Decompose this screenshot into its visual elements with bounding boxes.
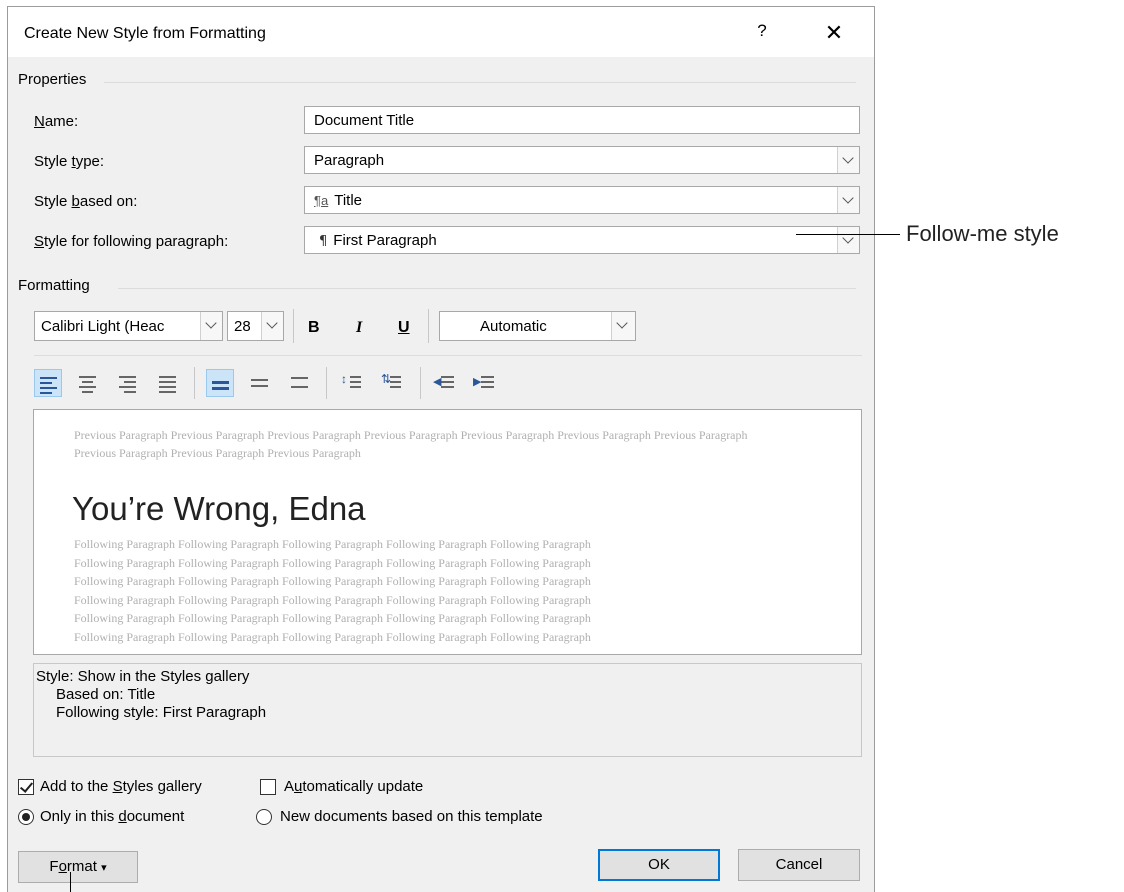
arrow-down-up-icon: ⇅	[381, 372, 392, 386]
formatting-section-label: Formatting	[18, 277, 90, 294]
callout-label: Follow-me style	[906, 221, 1059, 246]
arrow-up-down-icon: ↕	[341, 372, 347, 386]
only-this-document-label[interactable]: Only in this document	[40, 808, 184, 825]
following-line: Following Paragraph Following Paragraph …	[74, 611, 591, 625]
auto-update-checkbox[interactable]	[260, 779, 276, 795]
following-line: Following Paragraph Following Paragraph …	[74, 629, 591, 644]
decrease-spacing-icon	[390, 376, 407, 391]
new-documents-radio[interactable]	[256, 809, 272, 825]
one-half-spacing-button[interactable]	[246, 369, 274, 397]
increase-indent-icon	[481, 376, 498, 391]
one-half-spacing-icon	[251, 379, 268, 390]
align-right-icon	[119, 376, 136, 396]
style-type-value: Paragraph	[314, 152, 385, 169]
title-bar: Create New Style from Formatting ? ✕	[8, 7, 874, 57]
style-based-on-select[interactable]: ¶a Title	[304, 186, 860, 214]
following-line: Following Paragraph Following Paragraph …	[74, 555, 591, 570]
toolbar-row-divider	[34, 355, 862, 356]
formatting-divider	[118, 288, 856, 289]
linked-style-icon: ¶a	[314, 193, 329, 208]
arrow-right-icon: ▶	[473, 376, 482, 388]
font-color-value: Automatic	[480, 318, 547, 335]
format-button[interactable]: Format ▾	[18, 851, 138, 883]
increase-spacing-icon	[350, 376, 367, 391]
justify-icon	[159, 376, 176, 396]
description-line: Based on: Title	[56, 686, 156, 703]
align-center-button[interactable]	[74, 369, 102, 397]
following-line: Following Paragraph Following Paragraph …	[74, 537, 591, 551]
arrow-left-icon: ◀	[433, 376, 442, 388]
chevron-down-icon[interactable]	[837, 187, 859, 213]
align-left-button[interactable]	[34, 369, 62, 397]
decrease-indent-icon	[441, 376, 458, 391]
style-type-label: Style type:	[34, 153, 105, 170]
toolbar-divider	[428, 309, 429, 343]
chevron-down-icon[interactable]	[837, 147, 859, 173]
auto-update-label[interactable]: Automatically update	[284, 778, 423, 795]
increase-spacing-button[interactable]: ↕	[340, 369, 368, 397]
underline-button[interactable]: U	[398, 319, 410, 337]
align-left-icon	[40, 377, 57, 397]
double-spacing-icon	[291, 377, 308, 391]
help-button[interactable]: ?	[752, 21, 772, 45]
font-size-select[interactable]: 28	[227, 311, 284, 341]
style-following-value: First Paragraph	[333, 232, 437, 249]
toolbar-divider	[194, 367, 195, 399]
properties-divider	[104, 82, 856, 83]
following-paragraph: Following Paragraph Following Paragraph …	[74, 535, 764, 646]
justify-button[interactable]	[154, 369, 182, 397]
font-color-select[interactable]: Automatic	[439, 311, 636, 341]
name-value: Document Title	[314, 112, 415, 129]
increase-indent-button[interactable]: ▶	[472, 369, 500, 397]
toolbar-divider	[293, 309, 294, 343]
following-line: Following Paragraph Following Paragraph …	[74, 574, 591, 588]
font-size-value: 28	[234, 318, 251, 335]
callout-line	[796, 234, 900, 235]
sample-text: You’re Wrong, Edna	[72, 490, 366, 527]
name-input[interactable]: Document Title	[304, 106, 860, 134]
close-button[interactable]: ✕	[820, 19, 848, 47]
style-following-select[interactable]: ¶ First Paragraph	[304, 226, 860, 254]
italic-button[interactable]: I	[356, 319, 362, 337]
name-label: Name:	[34, 113, 79, 130]
only-this-document-radio[interactable]	[18, 809, 34, 825]
style-preview: Previous Paragraph Previous Paragraph Pr…	[33, 409, 862, 655]
single-spacing-button[interactable]	[206, 369, 234, 397]
toolbar-divider	[326, 367, 327, 399]
chevron-down-icon[interactable]	[200, 312, 222, 340]
double-spacing-button[interactable]	[286, 369, 314, 397]
decrease-spacing-button[interactable]: ⇅	[380, 369, 408, 397]
align-right-button[interactable]	[114, 369, 142, 397]
style-based-on-value: Title	[334, 192, 362, 209]
description-line: Style: Show in the Styles gallery	[36, 668, 250, 685]
following-line: Following Paragraph Following Paragraph …	[74, 592, 591, 607]
bold-button[interactable]: B	[308, 319, 320, 337]
description-line: Following style: First Paragraph	[56, 704, 267, 721]
single-spacing-icon	[212, 381, 229, 393]
paragraph-icon: ¶	[319, 234, 328, 249]
callout-tick	[70, 872, 71, 892]
align-center-icon	[79, 376, 96, 396]
properties-section-label: Properties	[18, 71, 87, 88]
font-value: Calibri Light (Heac	[41, 318, 165, 335]
toolbar-divider	[420, 367, 421, 399]
style-following-label: Style for following paragraph:	[34, 233, 229, 250]
new-documents-label[interactable]: New documents based on this template	[280, 808, 543, 825]
decrease-indent-button[interactable]: ◀	[432, 369, 460, 397]
chevron-down-icon[interactable]	[261, 312, 283, 340]
add-to-gallery-checkbox[interactable]	[18, 779, 34, 795]
style-based-on-label: Style based on:	[34, 193, 138, 210]
dropdown-arrow-icon: ▾	[101, 862, 107, 874]
ok-button[interactable]: OK	[598, 849, 720, 881]
cancel-button[interactable]: Cancel	[738, 849, 860, 881]
font-select[interactable]: Calibri Light (Heac	[34, 311, 223, 341]
style-type-select[interactable]: Paragraph	[304, 146, 860, 174]
previous-paragraph-text: Previous Paragraph Previous Paragraph Pr…	[74, 428, 748, 460]
dialog-title: Create New Style from Formatting	[24, 25, 266, 42]
style-description: Style: Show in the Styles gallery Based …	[33, 663, 862, 757]
create-style-dialog: Create New Style from Formatting ? ✕ Pro…	[7, 6, 875, 892]
chevron-down-icon[interactable]	[611, 312, 635, 340]
add-to-gallery-label[interactable]: Add to the Styles gallery	[40, 778, 202, 795]
chevron-down-icon[interactable]	[837, 227, 859, 253]
